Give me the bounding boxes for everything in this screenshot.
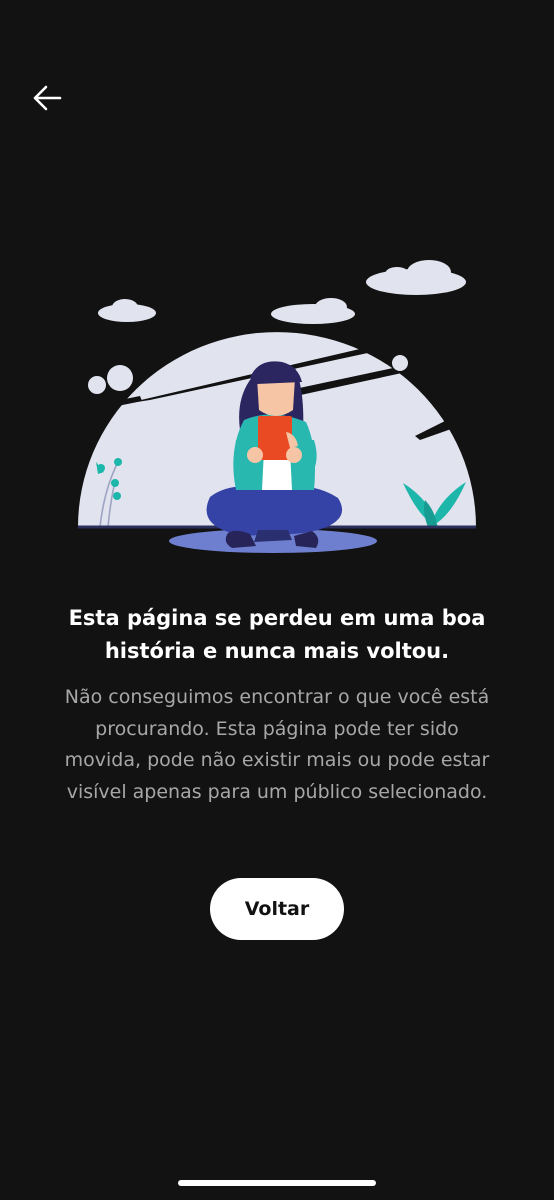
voltar-button[interactable]: Voltar: [210, 878, 344, 940]
back-button[interactable]: [24, 78, 70, 118]
bubble: [88, 376, 106, 394]
cloud: [271, 298, 355, 324]
bubble: [107, 365, 133, 391]
lost-page-illustration: [78, 260, 476, 553]
home-indicator[interactable]: [178, 1180, 376, 1186]
page-title: Esta página se perdeu em uma boa históri…: [68, 606, 486, 663]
cloud: [366, 260, 466, 295]
error-message: Não conseguimos encontrar o que você est…: [64, 686, 490, 803]
bubble: [392, 355, 408, 371]
cloud: [98, 299, 156, 322]
arrow-left-icon: [33, 85, 62, 111]
